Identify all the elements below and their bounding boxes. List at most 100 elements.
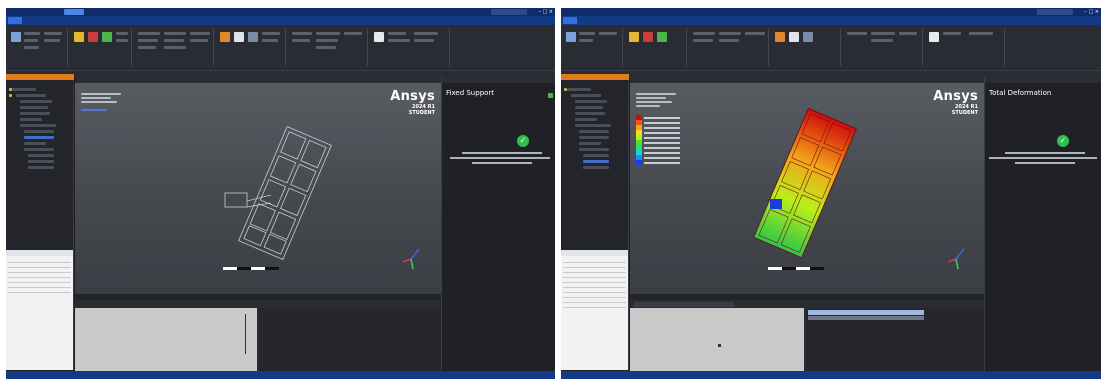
ribbon-item[interactable] <box>899 32 917 35</box>
ribbon-item[interactable] <box>24 39 38 42</box>
ribbon-item[interactable] <box>344 32 362 35</box>
tree-node-solution-info[interactable] <box>28 154 54 157</box>
ribbon-item[interactable] <box>44 32 62 35</box>
tree-node-solution-info[interactable] <box>583 154 609 157</box>
ribbon-item[interactable] <box>943 32 961 35</box>
quick-search-box[interactable] <box>491 9 527 15</box>
details-row[interactable] <box>8 269 71 273</box>
ribbon-item[interactable] <box>292 32 312 35</box>
tabular-data-area[interactable] <box>259 308 441 372</box>
ribbon-item[interactable] <box>292 39 310 42</box>
ribbon-item[interactable] <box>190 32 210 35</box>
details-row[interactable] <box>563 259 626 263</box>
tree-node-force[interactable] <box>579 142 601 145</box>
ribbon-button-icon[interactable] <box>374 32 384 42</box>
ribbon-button-icon[interactable] <box>789 32 799 42</box>
details-row[interactable] <box>563 304 626 308</box>
graph-area[interactable] <box>75 308 257 372</box>
tree-node-project[interactable] <box>12 88 36 91</box>
title-tab[interactable] <box>64 9 84 15</box>
tree-node-force[interactable] <box>24 142 46 145</box>
tree-node-mesh[interactable] <box>20 118 42 121</box>
ribbon-item[interactable] <box>871 39 893 42</box>
details-row[interactable] <box>563 279 626 283</box>
tree-node-fixed-support[interactable] <box>24 136 54 139</box>
tabular-data-area[interactable] <box>806 308 984 372</box>
tree-node-solution[interactable] <box>579 148 609 151</box>
ribbon-item[interactable] <box>316 46 336 49</box>
ribbon-button-icon[interactable] <box>74 32 84 42</box>
graph-area[interactable] <box>630 308 804 372</box>
quick-search-box[interactable] <box>1037 9 1073 15</box>
ribbon-item[interactable] <box>24 46 39 49</box>
details-row[interactable] <box>8 279 71 283</box>
ribbon-button-icon[interactable] <box>803 32 813 42</box>
ribbon-button-icon[interactable] <box>566 32 576 42</box>
tree-node-result[interactable] <box>583 166 609 169</box>
bottom-tabs[interactable] <box>75 294 441 300</box>
ribbon-item[interactable] <box>579 39 593 42</box>
tree-node-static-structural[interactable] <box>575 124 611 127</box>
ribbon-item[interactable] <box>745 32 765 35</box>
ribbon-item[interactable] <box>44 39 60 42</box>
ribbon-item[interactable] <box>693 32 715 35</box>
minimize-icon[interactable]: – <box>1084 9 1087 15</box>
ribbon-item[interactable] <box>969 32 993 35</box>
ribbon-button-icon[interactable] <box>657 32 667 42</box>
tree-node-analysis-settings[interactable] <box>24 130 54 133</box>
ribbon-button-icon[interactable] <box>248 32 258 42</box>
animation-toolbar[interactable] <box>634 302 734 307</box>
ribbon-item[interactable] <box>138 46 156 49</box>
ribbon-button-icon[interactable] <box>88 32 98 42</box>
details-row[interactable] <box>563 274 626 278</box>
details-row[interactable] <box>8 259 71 263</box>
ribbon-item[interactable] <box>262 32 280 35</box>
ribbon-button-icon[interactable] <box>234 32 244 42</box>
ribbon-item[interactable] <box>719 39 739 42</box>
tree-node-coordinate-systems[interactable] <box>575 112 605 115</box>
ribbon-item[interactable] <box>693 39 713 42</box>
ribbon-item[interactable] <box>138 32 160 35</box>
details-row[interactable] <box>563 284 626 288</box>
tree-node-project[interactable] <box>567 88 591 91</box>
details-row[interactable] <box>563 294 626 298</box>
tree-node-result[interactable] <box>28 160 54 163</box>
geometry-viewport[interactable]: Ansys 2024 R1 STUDENT <box>75 77 441 293</box>
ribbon-item[interactable] <box>414 32 438 35</box>
ribbon-item[interactable] <box>116 39 128 42</box>
tree-node-mesh[interactable] <box>575 118 597 121</box>
ribbon-item[interactable] <box>414 39 434 42</box>
ribbon-button-icon[interactable] <box>775 32 785 42</box>
close-icon[interactable]: × <box>1095 9 1099 15</box>
ribbon-item[interactable] <box>316 39 338 42</box>
ribbon-item[interactable] <box>138 39 158 42</box>
ribbon-item[interactable] <box>24 32 40 35</box>
details-row[interactable] <box>563 264 626 268</box>
maximize-icon[interactable]: □ <box>1088 9 1093 15</box>
file-menu-button[interactable] <box>563 17 577 24</box>
ribbon-button-icon[interactable] <box>102 32 112 42</box>
tree-node-geometry[interactable] <box>20 100 52 103</box>
tree-node-static-structural[interactable] <box>20 124 56 127</box>
result-viewport[interactable]: Ansys 2024 R1 STUDENT <box>630 77 984 293</box>
details-row[interactable] <box>8 274 71 278</box>
ribbon-button-icon[interactable] <box>220 32 230 42</box>
ribbon-item[interactable] <box>164 39 184 42</box>
tree-node-total-deformation[interactable] <box>583 160 609 163</box>
ribbon-item[interactable] <box>116 32 128 35</box>
maximize-icon[interactable]: □ <box>542 9 547 15</box>
ribbon-item[interactable] <box>599 32 617 35</box>
ribbon-item[interactable] <box>847 32 867 35</box>
details-row[interactable] <box>563 299 626 303</box>
tree-node-analysis-settings[interactable] <box>579 130 609 133</box>
ribbon-item[interactable] <box>164 32 186 35</box>
tree-node-geometry[interactable] <box>575 100 607 103</box>
tree-node-model[interactable] <box>16 94 46 97</box>
tree-node-solution[interactable] <box>24 148 54 151</box>
ribbon-item[interactable] <box>262 39 278 42</box>
ribbon-button-icon[interactable] <box>929 32 939 42</box>
tree-node-fixed-support[interactable] <box>579 136 609 139</box>
details-row[interactable] <box>8 284 71 288</box>
ribbon-button-icon[interactable] <box>11 32 21 42</box>
ribbon-item[interactable] <box>190 39 208 42</box>
